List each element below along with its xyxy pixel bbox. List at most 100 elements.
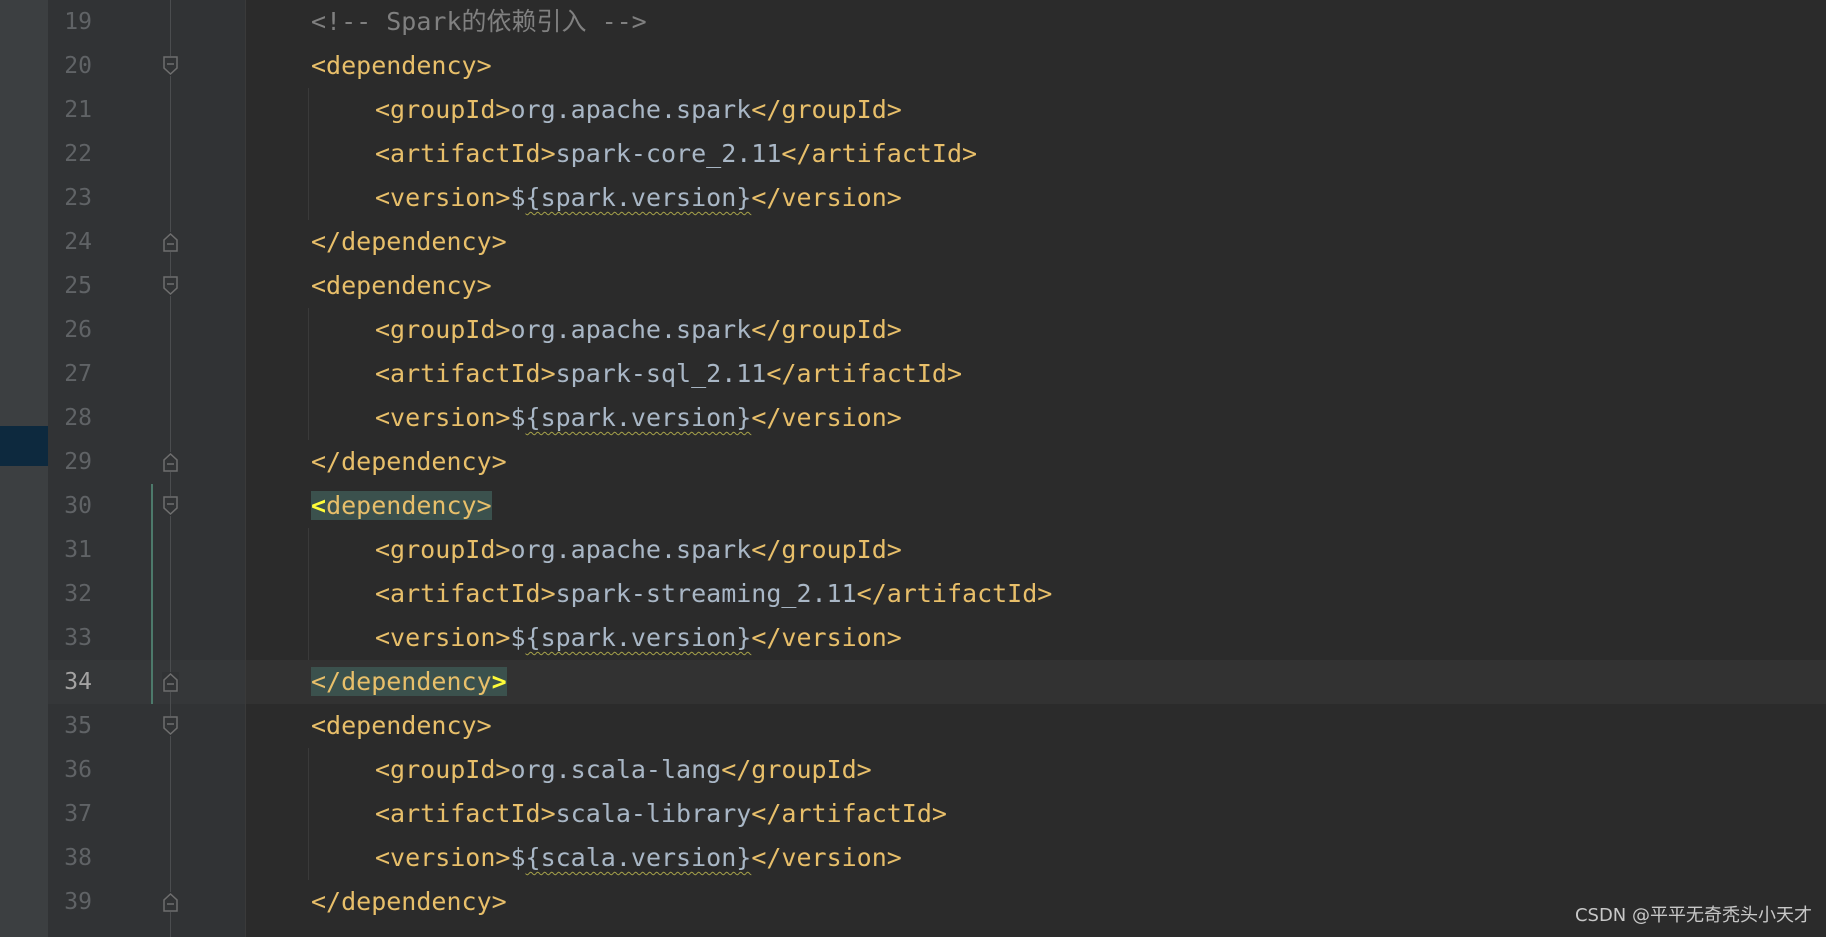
line-number: 38 [64,845,92,871]
code-text[interactable]: <version>${spark.version}</version> [375,616,902,660]
code-line[interactable]: 20 <dependency> [0,44,1826,88]
xml-tag: </groupId> [751,95,902,124]
property-sigil: $ [510,843,526,872]
line-number: 25 [64,273,92,299]
property-sigil: $ [510,183,526,212]
code-line[interactable]: 24 </dependency> [0,220,1826,264]
fold-open-icon[interactable] [162,496,179,516]
xml-open-tag: dependency> [326,491,492,520]
code-text[interactable]: <artifactId>spark-sql_2.11</artifactId> [375,352,962,396]
code-line[interactable]: 32 <artifactId>spark-streaming_2.11</art… [0,572,1826,616]
code-text[interactable]: </dependency> [311,220,507,264]
code-line[interactable]: 35 <dependency> [0,704,1826,748]
code-line[interactable]: 19 <!-- Spark的依赖引入 --> [0,0,1826,44]
xml-close-tag: </dependency> [311,227,507,256]
code-line[interactable]: 33 <version>${spark.version}</version> [0,616,1826,660]
property-reference: {spark.version} [525,183,752,212]
code-text[interactable]: </dependency> [311,440,507,484]
code-text[interactable]: <artifactId>spark-core_2.11</artifactId> [375,132,977,176]
property-reference: {spark.version} [525,403,752,432]
code-text[interactable]: <version>${spark.version}</version> [375,176,902,220]
xml-tag: <version> [375,623,511,652]
xml-tag: <groupId> [375,535,511,564]
property-reference: {spark.version} [525,623,752,652]
code-line[interactable]: 30 <dependency> [0,484,1826,528]
code-text[interactable]: <!-- Spark的依赖引入 --> [311,0,647,44]
code-text[interactable]: <groupId>org.apache.spark</groupId> [375,88,902,132]
code-text[interactable]: <dependency> [311,704,492,748]
line-number: 26 [64,317,92,343]
line-number: 23 [64,185,92,211]
code-text[interactable]: <version>${spark.version}</version> [375,396,902,440]
code-line-current[interactable]: 34 </dependency> [0,660,1826,704]
matched-bracket: > [491,667,507,696]
code-text[interactable]: <groupId>org.scala-lang</groupId> [375,748,872,792]
line-number: 34 [64,669,92,695]
xml-comment: <!-- Spark的依赖引入 --> [311,7,647,36]
code-text[interactable]: <artifactId>spark-streaming_2.11</artifa… [375,572,1052,616]
line-number: 36 [64,757,92,783]
code-text[interactable]: <dependency> [311,44,492,88]
code-text[interactable]: <dependency> [311,484,492,528]
xml-tag: </groupId> [721,755,872,784]
xml-value: spark-core_2.11 [555,139,782,168]
fold-open-icon[interactable] [162,56,179,76]
code-line[interactable]: 37 <artifactId>scala-library</artifactId… [0,792,1826,836]
line-number: 28 [64,405,92,431]
xml-tag: <groupId> [375,755,511,784]
xml-tag: <artifactId> [375,579,556,608]
code-text[interactable]: <groupId>org.apache.spark</groupId> [375,308,902,352]
matched-tag-highlight: <dependency> [311,491,492,520]
line-number: 27 [64,361,92,387]
xml-value: spark-streaming_2.11 [555,579,857,608]
xml-tag: </artifactId> [751,799,947,828]
property-reference: {scala.version} [525,843,752,872]
fold-open-icon[interactable] [162,276,179,296]
code-line[interactable]: 23 <version>${spark.version}</version> [0,176,1826,220]
xml-tag: <version> [375,843,511,872]
code-line[interactable]: 21 <groupId>org.apache.spark</groupId> [0,88,1826,132]
code-line[interactable]: 22 <artifactId>spark-core_2.11</artifact… [0,132,1826,176]
xml-open-tag: <dependency> [311,51,492,80]
xml-tag: </version> [751,843,902,872]
xml-open-tag: <dependency> [311,711,492,740]
code-text[interactable]: <groupId>org.apache.spark</groupId> [375,528,902,572]
code-text[interactable]: <dependency> [311,264,492,308]
code-line[interactable]: 26 <groupId>org.apache.spark</groupId> [0,308,1826,352]
code-text[interactable]: <version>${scala.version}</version> [375,836,902,880]
xml-value: spark-sql_2.11 [555,359,767,388]
xml-tag: <artifactId> [375,799,556,828]
line-number: 35 [64,713,92,739]
xml-tag: </groupId> [751,315,902,344]
fold-open-icon[interactable] [162,716,179,736]
code-line[interactable]: 27 <artifactId>spark-sql_2.11</artifactI… [0,352,1826,396]
fold-close-icon[interactable] [162,672,179,692]
fold-close-icon[interactable] [162,452,179,472]
code-line[interactable]: 29 </dependency> [0,440,1826,484]
xml-tag: </version> [751,623,902,652]
code-line[interactable]: 36 <groupId>org.scala-lang</groupId> [0,748,1826,792]
code-text[interactable]: <artifactId>scala-library</artifactId> [375,792,947,836]
code-line[interactable]: 31 <groupId>org.apache.spark</groupId> [0,528,1826,572]
line-number: 24 [64,229,92,255]
xml-value: org.scala-lang [510,755,722,784]
line-number: 20 [64,53,92,79]
property-sigil: $ [510,403,526,432]
line-number: 29 [64,449,92,475]
xml-tag: </version> [751,403,902,432]
fold-close-icon[interactable] [162,892,179,912]
code-text[interactable]: </dependency> [311,880,507,924]
xml-tag: </artifactId> [856,579,1053,608]
xml-close-tag: </dependency [311,667,492,696]
xml-tag: </artifactId> [781,139,978,168]
code-text[interactable]: </dependency> [311,660,507,704]
fold-close-icon[interactable] [162,232,179,252]
xml-value: org.apache.spark [510,535,752,564]
xml-tag: </artifactId> [766,359,963,388]
code-line[interactable]: 38 <version>${scala.version}</version> [0,836,1826,880]
code-line[interactable]: 28 <version>${spark.version}</version> [0,396,1826,440]
line-number: 37 [64,801,92,827]
code-line[interactable]: 25 <dependency> [0,264,1826,308]
code-line[interactable]: 39 </dependency> [0,880,1826,924]
matched-tag-highlight: </dependency> [311,667,507,696]
